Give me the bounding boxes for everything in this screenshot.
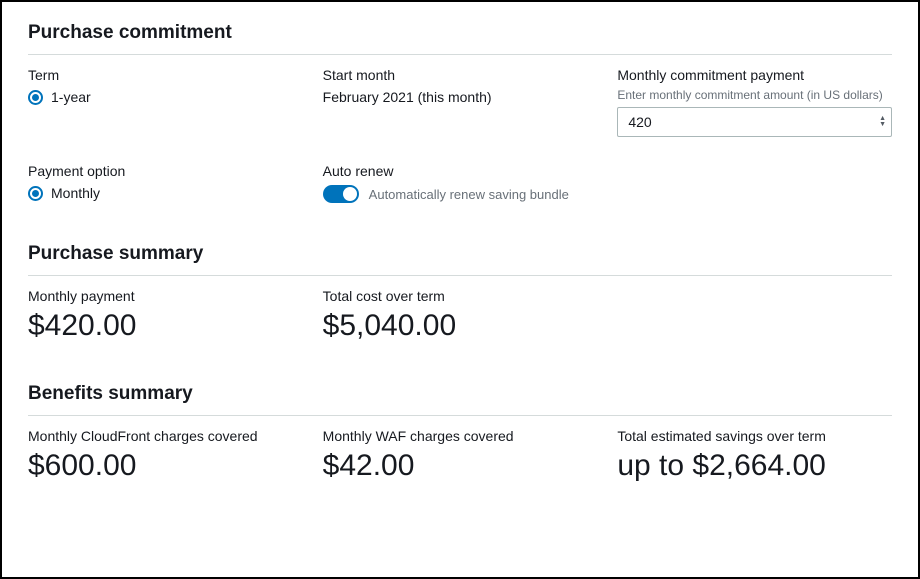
total-cost-value: $5,040.00 — [323, 309, 598, 343]
monthly-payment-value: $420.00 — [28, 309, 303, 343]
purchase-commitment-title: Purchase commitment — [28, 22, 892, 44]
payment-option-label: Payment option — [28, 163, 303, 179]
start-month-value: February 2021 (this month) — [323, 89, 598, 105]
term-label: Term — [28, 67, 303, 83]
radio-icon — [28, 90, 43, 105]
auto-renew-description: Automatically renew saving bundle — [369, 187, 569, 202]
total-cost-label: Total cost over term — [323, 288, 598, 304]
monthly-commitment-input[interactable] — [617, 107, 892, 137]
benefits-summary-title: Benefits summary — [28, 383, 892, 405]
savings-label: Total estimated savings over term — [617, 428, 892, 444]
divider — [28, 275, 892, 276]
term-option-label: 1-year — [51, 89, 91, 105]
start-month-label: Start month — [323, 67, 598, 83]
monthly-payment-label: Monthly payment — [28, 288, 303, 304]
waf-label: Monthly WAF charges covered — [323, 428, 598, 444]
cloudfront-value: $600.00 — [28, 449, 303, 483]
payment-option-radio-monthly[interactable]: Monthly — [28, 185, 303, 201]
monthly-commitment-label: Monthly commitment payment — [617, 67, 892, 83]
term-radio-1year[interactable]: 1-year — [28, 89, 303, 105]
payment-option-option-label: Monthly — [51, 185, 100, 201]
radio-icon — [28, 186, 43, 201]
waf-value: $42.00 — [323, 449, 598, 483]
cloudfront-label: Monthly CloudFront charges covered — [28, 428, 303, 444]
monthly-commitment-hint: Enter monthly commitment amount (in US d… — [617, 88, 892, 102]
divider — [28, 54, 892, 55]
auto-renew-label: Auto renew — [323, 163, 598, 179]
stepper-icon[interactable]: ▲▼ — [879, 116, 886, 128]
auto-renew-toggle[interactable] — [323, 185, 359, 203]
divider — [28, 415, 892, 416]
savings-value: up to $2,664.00 — [617, 449, 892, 483]
purchase-summary-title: Purchase summary — [28, 243, 892, 265]
